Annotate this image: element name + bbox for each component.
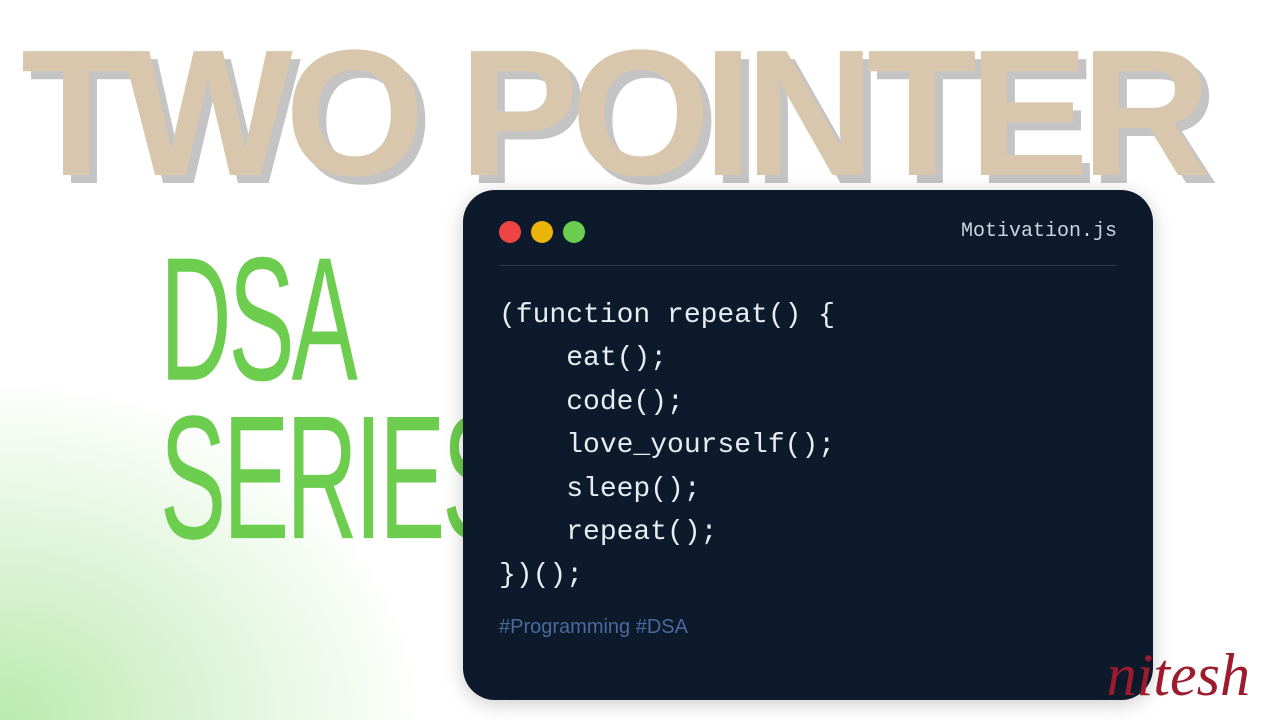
subtitle-line-1: DSA <box>160 240 505 398</box>
subtitle: DSA SERIES <box>160 240 505 557</box>
filename-label: Motivation.js <box>961 220 1117 243</box>
subtitle-line-2: SERIES <box>160 398 505 556</box>
author-signature: nitesh <box>1107 641 1250 710</box>
close-icon[interactable] <box>499 221 521 243</box>
maximize-icon[interactable] <box>563 221 585 243</box>
window-header: Motivation.js <box>499 220 1117 266</box>
minimize-icon[interactable] <box>531 221 553 243</box>
main-title: TWO POINTER <box>21 10 1203 217</box>
traffic-lights <box>499 221 585 243</box>
code-content: (function repeat() { eat(); code(); love… <box>499 294 1117 598</box>
hashtags: #Programming #DSA <box>499 616 1117 639</box>
code-window: Motivation.js (function repeat() { eat()… <box>463 190 1153 700</box>
